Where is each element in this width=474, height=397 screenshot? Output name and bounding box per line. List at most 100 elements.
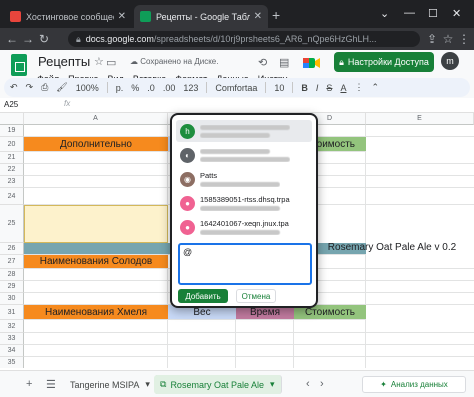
- add-sheet-icon[interactable]: +: [26, 378, 32, 390]
- row-header[interactable]: 26: [0, 243, 24, 255]
- bookmark-star-icon[interactable]: ☆: [440, 32, 456, 46]
- share-button[interactable]: 🔒︎ Настройки Доступа: [334, 52, 434, 72]
- percent-format-button[interactable]: %: [131, 83, 139, 93]
- increase-decimals-button[interactable]: .00: [163, 83, 176, 93]
- cancel-button[interactable]: Отмена: [236, 289, 276, 303]
- cell-d26[interactable]: Rosemary Oat Pale Ale v 0.2: [310, 240, 474, 254]
- sheet-tab-label: Rosemary Oat Pale Ale: [170, 379, 264, 390]
- undo-icon[interactable]: ↶: [10, 82, 18, 93]
- sheet-tab-active[interactable]: ⧉ Rosemary Oat Pale Ale ▾: [154, 375, 282, 394]
- mention-suggestion[interactable]: h: [176, 120, 312, 142]
- paint-format-icon[interactable]: 🖌︎: [56, 82, 67, 93]
- blurred-name: [200, 148, 270, 154]
- row-header[interactable]: 32: [0, 320, 24, 333]
- row-header[interactable]: 33: [0, 333, 24, 345]
- row-header[interactable]: 28: [0, 269, 24, 281]
- chevron-down-icon[interactable]: ▾: [145, 379, 150, 390]
- row-header[interactable]: 25: [0, 205, 24, 243]
- row-header[interactable]: 22: [0, 164, 24, 176]
- sheet-tab[interactable]: Tangerine MSIPA ▾: [64, 375, 157, 394]
- comment-input[interactable]: @: [178, 243, 312, 285]
- avatar: ●: [180, 219, 195, 235]
- redo-icon[interactable]: ↷: [26, 82, 34, 93]
- zoom-select[interactable]: 100%: [76, 83, 99, 93]
- print-icon[interactable]: ⎙: [41, 82, 48, 93]
- explore-label: Анализ данных: [390, 380, 448, 389]
- blurred-email: [200, 206, 280, 211]
- sheets-logo-icon[interactable]: [11, 54, 27, 76]
- row-header[interactable]: 23: [0, 176, 24, 188]
- column-header-e[interactable]: E: [366, 113, 474, 125]
- cell-a20[interactable]: Дополнительно: [24, 137, 168, 152]
- text-color-icon[interactable]: A: [340, 83, 346, 93]
- lock-icon: 🔒︎: [76, 33, 81, 44]
- back-icon[interactable]: ←: [4, 32, 20, 46]
- row-header[interactable]: 20: [0, 137, 24, 152]
- toolbar: ↶ ↷ ⎙ 🖌︎ 100% р. % .0 .00 123 Comfortaa …: [4, 78, 470, 97]
- suggestion-text: Patts: [200, 171, 280, 187]
- avatar[interactable]: m: [441, 52, 459, 70]
- suggestion-label: 1642401067-xeqn.jnux.tpa: [200, 219, 289, 228]
- new-tab-icon[interactable]: +: [272, 7, 280, 23]
- italic-icon[interactable]: I: [316, 83, 319, 93]
- sheet-tabs-bar: + ☰ Tangerine MSIPA ▾ ⧉ Rosemary Oat Pal…: [0, 370, 474, 397]
- strikethrough-icon[interactable]: S: [326, 83, 332, 93]
- cell-a32[interactable]: Наименования Хмеля: [24, 305, 168, 320]
- row-header[interactable]: 29: [0, 281, 24, 293]
- row-header[interactable]: 35: [0, 357, 24, 368]
- mention-suggestion[interactable]: ◉ Patts: [176, 168, 312, 190]
- maximize-icon[interactable]: ☐: [428, 7, 438, 20]
- minimize-icon[interactable]: —: [404, 7, 415, 19]
- browser-tab-sheets[interactable]: Рецепты - Google Таблицы ✕: [134, 5, 268, 28]
- chevron-down-icon[interactable]: ▾: [270, 379, 275, 390]
- url-path: /spreadsheets/d/10rj9prsheets6_AR6_nQpe6…: [153, 34, 377, 44]
- row-header[interactable]: 24: [0, 188, 24, 205]
- row-header[interactable]: 19: [0, 125, 24, 137]
- add-comment-button[interactable]: Добавить: [178, 289, 228, 303]
- cell-a25-selected[interactable]: [24, 205, 168, 243]
- mention-suggestion[interactable]: ● 1642401067-xeqn.jnux.tpa: [176, 216, 312, 238]
- close-icon[interactable]: ✕: [254, 11, 262, 22]
- url-input[interactable]: 🔒︎ docs.google.com /spreadsheets/d/10rj9…: [68, 31, 420, 47]
- all-sheets-icon[interactable]: ☰: [46, 378, 56, 391]
- explore-button[interactable]: ✦ Анализ данных: [362, 376, 466, 393]
- name-box[interactable]: A25: [4, 100, 18, 109]
- collapse-toolbar-icon[interactable]: ⌃: [371, 82, 379, 93]
- mention-suggestion[interactable]: ◐: [176, 144, 312, 166]
- suggestion-label: 1585389051-rtss.dhsq.trpa: [200, 195, 290, 204]
- row-header[interactable]: 30: [0, 293, 24, 305]
- row-header[interactable]: 31: [0, 305, 24, 320]
- column-header-a[interactable]: A: [24, 113, 168, 125]
- reload-icon[interactable]: ↻: [36, 32, 52, 46]
- cell-a27[interactable]: Наименования Солодов: [24, 255, 168, 269]
- bold-icon[interactable]: B: [301, 83, 308, 93]
- more-formats-button[interactable]: 123: [183, 83, 198, 93]
- close-icon[interactable]: ✕: [118, 11, 126, 22]
- share-page-icon[interactable]: ⇪: [424, 32, 440, 46]
- meet-icon[interactable]: [300, 53, 324, 73]
- more-tools-icon[interactable]: ⋮: [354, 82, 363, 93]
- browser-menu-icon[interactable]: ⋮: [456, 32, 472, 46]
- star-icon[interactable]: ☆: [94, 55, 104, 68]
- row-header[interactable]: 34: [0, 345, 24, 357]
- mention-suggestion[interactable]: ● 1585389051-rtss.dhsq.trpa: [176, 192, 312, 214]
- divider: [265, 82, 267, 93]
- tab-search-icon[interactable]: ⌄: [380, 7, 389, 20]
- forward-icon[interactable]: →: [20, 32, 36, 46]
- font-size-select[interactable]: 10: [274, 83, 284, 93]
- scroll-tabs-left-icon[interactable]: ‹: [306, 378, 310, 390]
- scroll-tabs-right-icon[interactable]: ›: [320, 378, 324, 390]
- browser-tab-hosting[interactable]: Хостинговое сообщество «Tim ✕: [4, 5, 132, 28]
- row-header[interactable]: 27: [0, 255, 24, 269]
- document-title[interactable]: Рецепты: [38, 54, 90, 69]
- history-icon[interactable]: ⟲: [258, 56, 267, 69]
- decrease-decimals-button[interactable]: .0: [147, 83, 155, 93]
- select-all-corner[interactable]: [0, 113, 24, 125]
- currency-format-button[interactable]: р.: [116, 83, 124, 93]
- close-window-icon[interactable]: ✕: [452, 7, 461, 20]
- row-header[interactable]: 21: [0, 152, 24, 164]
- comments-icon[interactable]: ▤: [279, 56, 289, 69]
- font-select[interactable]: Comfortaa: [215, 83, 257, 93]
- blurred-email: [200, 156, 290, 162]
- move-folder-icon[interactable]: ▭: [106, 56, 116, 69]
